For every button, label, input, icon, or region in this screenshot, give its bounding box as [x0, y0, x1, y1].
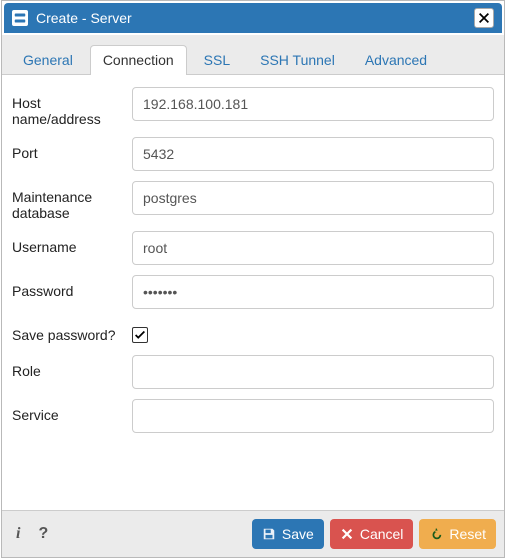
save-button-label: Save	[282, 526, 314, 542]
reset-button[interactable]: Reset	[419, 519, 496, 549]
password-input[interactable]	[132, 275, 494, 309]
row-maintenance-db: Maintenance database	[12, 181, 494, 221]
create-server-dialog: Create - Server General Connection SSL S…	[1, 0, 505, 558]
save-icon	[262, 527, 276, 541]
row-save-password: Save password?	[12, 319, 494, 345]
server-icon	[12, 10, 28, 26]
host-input[interactable]	[132, 87, 494, 121]
cancel-button-label: Cancel	[360, 526, 404, 542]
close-icon	[477, 11, 491, 25]
row-role: Role	[12, 355, 494, 389]
label-service: Service	[12, 399, 132, 423]
reset-button-label: Reset	[449, 526, 486, 542]
help-icon[interactable]: ?	[38, 525, 48, 543]
footer-right: Save Cancel Reset	[252, 519, 496, 549]
label-host: Host name/address	[12, 87, 132, 127]
tab-connection[interactable]: Connection	[90, 45, 187, 75]
label-username: Username	[12, 231, 132, 255]
close-button[interactable]	[474, 8, 494, 28]
port-input[interactable]	[132, 137, 494, 171]
row-host: Host name/address	[12, 87, 494, 127]
footer-left: i ?	[10, 525, 48, 543]
save-button[interactable]: Save	[252, 519, 324, 549]
row-password: Password	[12, 275, 494, 309]
tab-ssh-tunnel[interactable]: SSH Tunnel	[247, 45, 348, 74]
service-input[interactable]	[132, 399, 494, 433]
connection-form: Host name/address Port Maintenance datab…	[2, 75, 504, 510]
tab-general[interactable]: General	[10, 45, 86, 74]
label-save-password: Save password?	[12, 319, 132, 343]
username-input[interactable]	[132, 231, 494, 265]
label-password: Password	[12, 275, 132, 299]
tab-ssl[interactable]: SSL	[191, 45, 243, 74]
row-service: Service	[12, 399, 494, 433]
dialog-title: Create - Server	[36, 10, 466, 26]
maintenance-db-input[interactable]	[132, 181, 494, 215]
row-port: Port	[12, 137, 494, 171]
reset-icon	[429, 527, 443, 541]
tab-advanced[interactable]: Advanced	[352, 45, 440, 74]
label-role: Role	[12, 355, 132, 379]
info-icon[interactable]: i	[16, 525, 20, 543]
row-username: Username	[12, 231, 494, 265]
save-password-checkbox[interactable]	[132, 327, 148, 343]
cancel-icon	[340, 527, 354, 541]
role-input[interactable]	[132, 355, 494, 389]
label-port: Port	[12, 137, 132, 161]
check-icon	[133, 328, 147, 342]
label-maintenance-db: Maintenance database	[12, 181, 132, 221]
title-bar: Create - Server	[4, 3, 502, 33]
tab-bar: General Connection SSL SSH Tunnel Advanc…	[2, 35, 504, 75]
cancel-button[interactable]: Cancel	[330, 519, 414, 549]
dialog-footer: i ? Save Cancel Reset	[2, 510, 504, 557]
